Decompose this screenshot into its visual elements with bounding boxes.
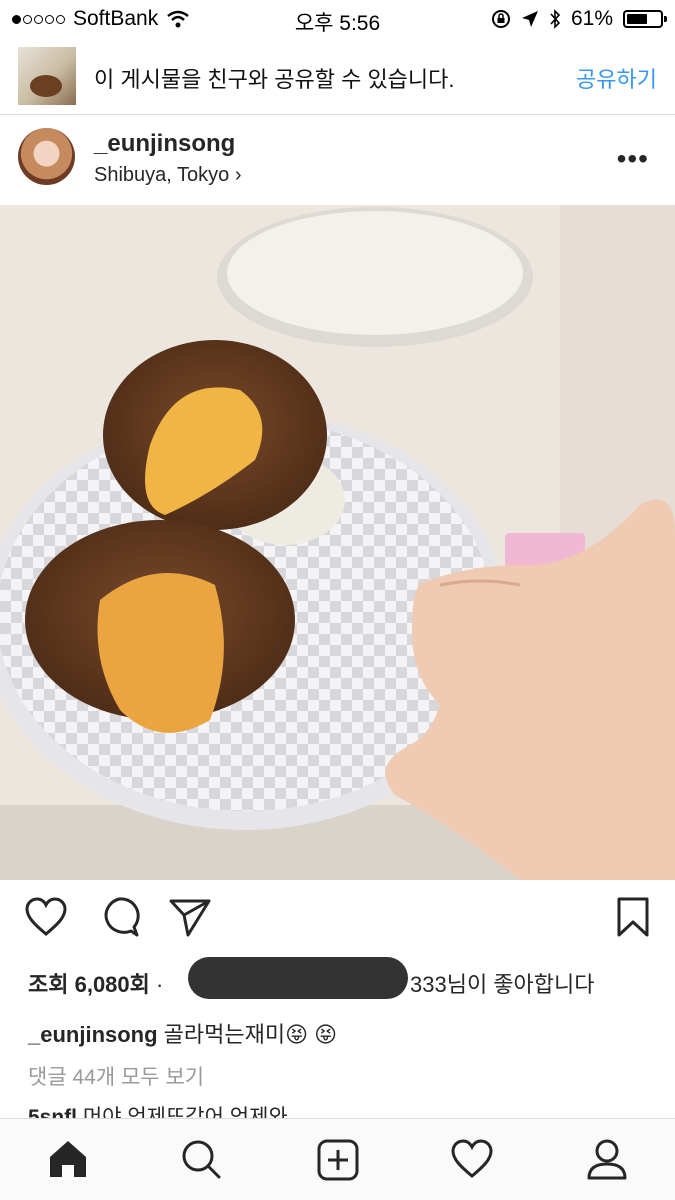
post-action-bar <box>0 896 675 956</box>
view-all-comments-link[interactable]: 댓글 44개 모두 보기 <box>28 1061 204 1091</box>
comment-username[interactable]: 5snfl <box>28 1106 77 1118</box>
search-icon[interactable] <box>180 1138 222 1180</box>
profile-icon[interactable] <box>586 1138 628 1180</box>
orientation-lock-icon <box>491 10 510 28</box>
status-right: 61% <box>491 7 667 31</box>
view-count: 조회 6,080회 · <box>28 967 163 999</box>
post-username[interactable]: _eunjinsong <box>94 130 235 158</box>
like-separator: · <box>149 972 164 997</box>
location-arrow-icon <box>521 11 538 27</box>
share-banner-message: 이 게시물을 친구와 공유할 수 있습니다. <box>94 67 455 92</box>
view-count-text: 조회 6,080회 <box>28 972 150 997</box>
caption-text: 골라먹는재미😝 😝 <box>157 1022 338 1047</box>
redacted-username-block <box>188 957 408 999</box>
battery-percent: 61% <box>570 7 613 30</box>
bluetooth-icon <box>550 9 561 29</box>
food-photo-illustration <box>0 205 675 880</box>
heart-icon[interactable] <box>24 896 68 938</box>
activity-heart-icon[interactable] <box>450 1138 494 1180</box>
comment-text: 머야 언제또갔어 언제와 <box>77 1106 288 1118</box>
likes-text[interactable]: 333님이 좋아합니다 <box>410 967 595 999</box>
send-icon[interactable] <box>168 896 212 938</box>
bookmark-icon[interactable] <box>616 896 650 938</box>
bottom-tab-bar <box>0 1118 675 1200</box>
battery-icon <box>623 10 667 28</box>
avatar[interactable] <box>18 128 75 185</box>
post-caption: _eunjinsong 골라먹는재미😝 😝 <box>28 1017 337 1049</box>
comment-item: 5snfl 머야 언제또갔어 언제와 <box>28 1101 288 1118</box>
post-location[interactable]: Shibuya, Tokyo › <box>94 164 242 187</box>
status-bar: SoftBank 오후 5:56 61% <box>0 0 675 40</box>
add-icon[interactable] <box>316 1138 360 1182</box>
post-photo[interactable] <box>0 205 675 880</box>
post-thumbnail <box>18 47 76 105</box>
more-options-icon[interactable]: ••• <box>617 143 649 175</box>
caption-username[interactable]: _eunjinsong <box>28 1022 158 1047</box>
share-button[interactable]: 공유하기 <box>576 62 657 94</box>
home-icon[interactable] <box>46 1138 90 1180</box>
comment-icon[interactable] <box>98 896 140 938</box>
share-banner: 이 게시물을 친구와 공유할 수 있습니다. 공유하기 <box>0 40 675 115</box>
